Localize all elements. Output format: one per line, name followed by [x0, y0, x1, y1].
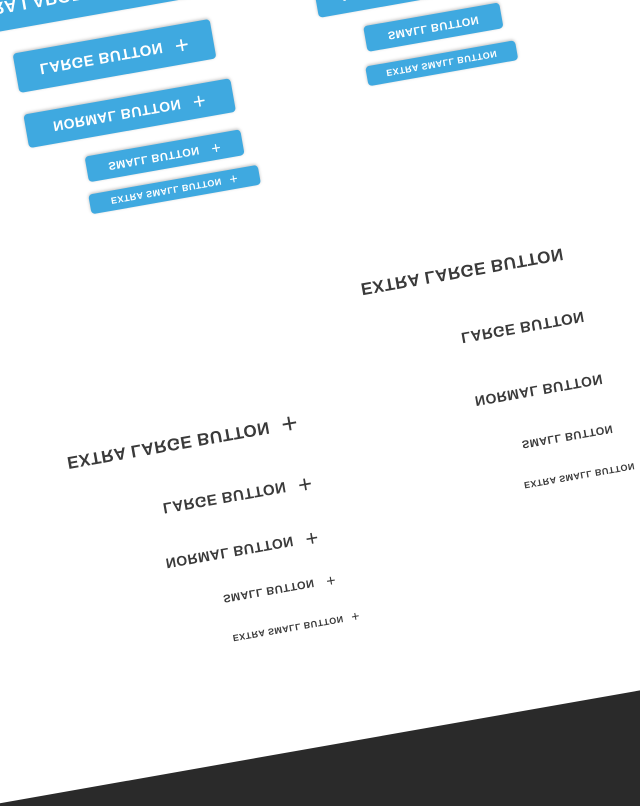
extra-small-button-label: EXTRA SMALL BUTTON	[385, 48, 498, 78]
plus-icon: +	[350, 607, 362, 626]
normal-button-label: NORMAL BUTTON	[164, 533, 296, 572]
extra-small-flat-button[interactable]: EXTRA SMALL BUTTON	[504, 453, 640, 499]
plus-icon: +	[324, 570, 338, 590]
large-flat-button[interactable]: LARGE BUTTON	[445, 294, 600, 359]
extra-small-button-label: EXTRA SMALL BUTTON	[232, 613, 345, 644]
extra-large-button-label: EXTRA LARGE BUTTON	[0, 0, 162, 24]
small-button-label: SMALL BUTTON	[520, 422, 614, 451]
plus-icon: +	[190, 87, 209, 115]
extra-large-flat-button[interactable]: EXTRA LARGE BUTTON	[345, 227, 580, 314]
button-showcase: EXTRA LARGE BUTTON + LARGE BUTTON + NORM…	[0, 0, 640, 806]
extra-small-flat-icon-button[interactable]: EXTRA SMALL BUTTON +	[211, 602, 382, 651]
large-button-label: LARGE BUTTON	[38, 39, 165, 78]
small-button-label: SMALL BUTTON	[222, 576, 316, 605]
plus-icon: +	[209, 137, 223, 157]
extra-small-button-label: EXTRA SMALL BUTTON	[110, 176, 223, 206]
normal-button-label: NORMAL BUTTON	[51, 96, 183, 135]
plus-icon: +	[172, 30, 192, 60]
large-flat-icon-button[interactable]: LARGE BUTTON +	[146, 460, 330, 531]
normal-button-label: NORMAL BUTTON	[473, 371, 605, 410]
plus-icon: +	[295, 469, 315, 499]
small-button[interactable]: SMALL BUTTON	[363, 2, 504, 52]
large-icon-button[interactable]: LARGE BUTTON +	[12, 18, 217, 94]
small-button-label: SMALL BUTTON	[386, 13, 480, 42]
normal-button-label: NORMAL BUTTON	[340, 0, 470, 4]
small-flat-button[interactable]: SMALL BUTTON	[501, 412, 634, 460]
small-button-label: SMALL BUTTON	[107, 143, 201, 172]
extra-small-button-label: EXTRA SMALL BUTTON	[523, 460, 636, 491]
large-button-label: LARGE BUTTON	[161, 478, 288, 517]
extra-large-button-label: EXTRA LARGE BUTTON	[65, 417, 272, 473]
large-button-label: LARGE BUTTON	[459, 307, 586, 347]
plus-icon: +	[278, 406, 301, 441]
plus-icon: +	[303, 525, 321, 552]
normal-flat-button[interactable]: NORMAL BUTTON	[452, 359, 625, 422]
extra-large-button-label: EXTRA LARGE BUTTON	[359, 244, 566, 299]
plus-icon: +	[228, 170, 240, 188]
